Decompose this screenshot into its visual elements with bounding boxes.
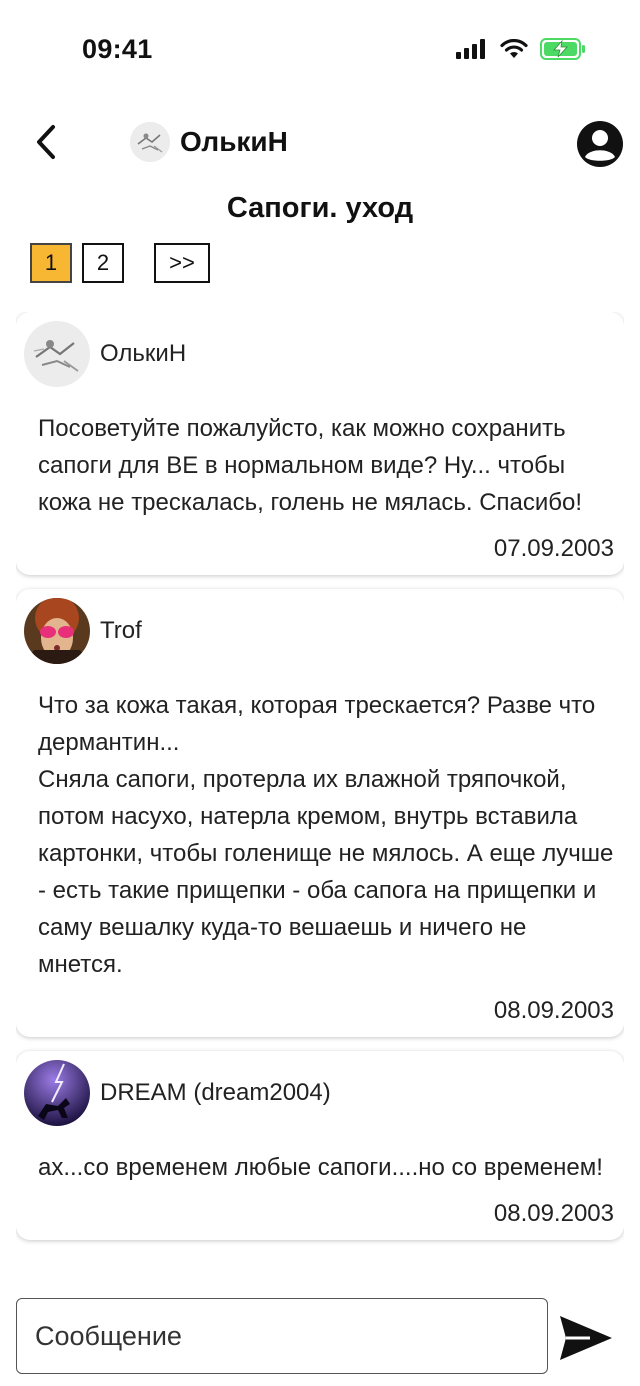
post-header: Trof	[24, 597, 614, 665]
posts-feed[interactable]: ОлькиН Посоветуйте пожалуйсто, как можно…	[16, 312, 624, 1287]
post-card: DREAM (dream2004) ах...со временем любые…	[16, 1051, 624, 1240]
sketch-avatar-icon	[24, 321, 90, 387]
status-time: 09:41	[82, 34, 153, 64]
post-header: ОлькиН	[24, 320, 614, 388]
sketch-avatar-icon	[130, 122, 170, 162]
post-text: Что за кожа такая, которая трескается? Р…	[38, 692, 614, 978]
post-text: ах...со временем любые сапоги....но со в…	[38, 1154, 603, 1181]
post-header: DREAM (dream2004)	[24, 1059, 614, 1127]
top-navigation: ОлькиН	[0, 112, 640, 172]
post-author-name[interactable]: DREAM (dream2004)	[100, 1079, 331, 1107]
signal-icon	[456, 39, 485, 59]
post-card: ОлькиН Посоветуйте пожалуйсто, как можно…	[16, 312, 624, 575]
next-page-button[interactable]: >>	[154, 243, 210, 283]
back-button[interactable]	[24, 118, 68, 166]
header-user-name[interactable]: ОлькиН	[180, 126, 288, 158]
post-author-name[interactable]: ОлькиН	[100, 340, 186, 368]
page-button-2[interactable]: 2	[82, 243, 124, 283]
battery-charging-icon	[540, 38, 585, 60]
post-date: 08.09.2003	[493, 1200, 614, 1227]
message-input[interactable]	[16, 1298, 548, 1374]
page-button-1[interactable]: 1	[30, 243, 72, 283]
wifi-icon	[500, 39, 528, 58]
profile-button[interactable]	[576, 120, 624, 168]
post-author-name[interactable]: Trof	[100, 617, 142, 645]
post-date: 08.09.2003	[493, 997, 614, 1024]
post-author-avatar[interactable]	[24, 321, 90, 387]
header-user-avatar[interactable]	[130, 122, 170, 162]
forum-topic-screen: 09:41 ОлькиН Сапоги. уход 1 2 >> ОлькиН …	[0, 0, 640, 1386]
post-author-avatar[interactable]	[24, 1060, 90, 1126]
post-text: Посоветуйте пожалуйсто, как можно сохран…	[38, 415, 583, 516]
photo-avatar-icon	[24, 598, 90, 664]
status-icons	[456, 38, 586, 60]
photo-avatar-icon	[24, 1060, 90, 1126]
status-bar: 09:41	[0, 0, 640, 100]
post-date: 07.09.2003	[493, 535, 614, 562]
send-arrow-icon	[560, 1316, 612, 1360]
post-card: Trof Что за кожа такая, которая трескает…	[16, 589, 624, 1037]
user-circle-icon	[577, 121, 623, 167]
pagination: 1 2 >>	[30, 243, 210, 283]
chevron-left-icon	[37, 125, 55, 159]
topic-title: Сапоги. уход	[226, 192, 414, 224]
post-author-avatar[interactable]	[24, 598, 90, 664]
send-button[interactable]	[556, 1310, 616, 1366]
